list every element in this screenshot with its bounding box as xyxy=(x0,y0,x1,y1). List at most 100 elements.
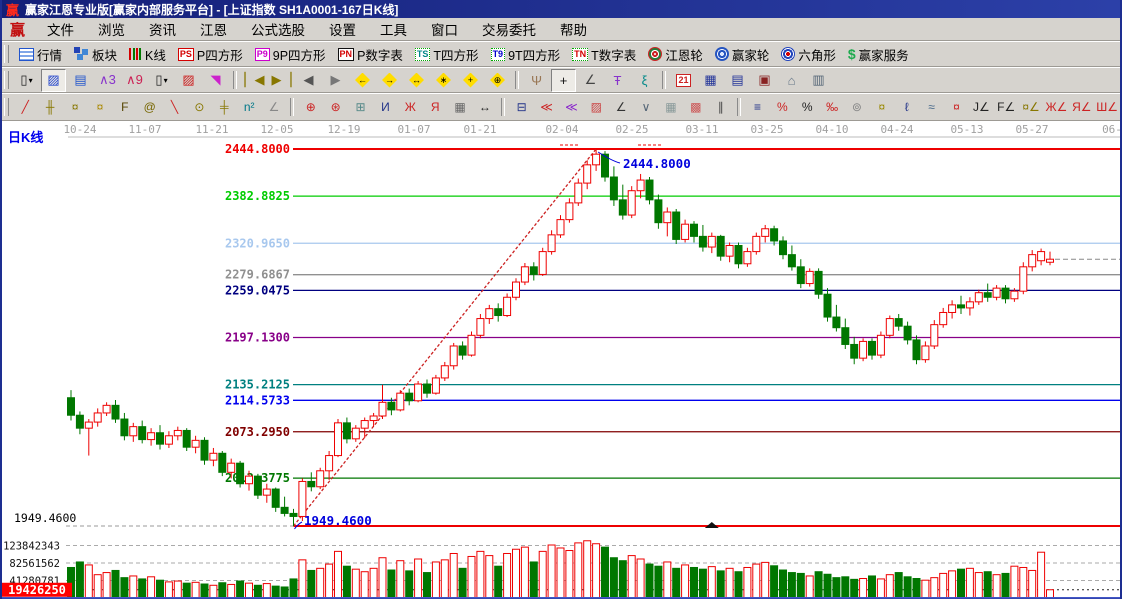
notes-button[interactable]: ▤ xyxy=(725,69,750,92)
p-number-table-button[interactable]: PNP数字表 xyxy=(332,43,409,66)
purple-fan-button[interactable]: ≪ xyxy=(560,96,583,118)
trend-flag-button[interactable]: ◥ xyxy=(203,69,228,92)
web-grid-button[interactable]: ⊞ xyxy=(349,96,372,118)
t-number-table-button[interactable]: TNT数字表 xyxy=(566,43,642,66)
wheel-star-button[interactable]: ⊛ xyxy=(324,96,347,118)
candle-style-button[interactable]: ▯▾ xyxy=(149,69,174,92)
j-angle-button[interactable]: J∠ xyxy=(970,96,993,118)
sectors-button[interactable]: 板块 xyxy=(68,43,123,66)
shift-left-button[interactable]: ← xyxy=(350,69,375,92)
drag-hand-button[interactable]: Ψ xyxy=(524,69,549,92)
kline-button[interactable]: K线 xyxy=(123,43,172,66)
zoom-reset-button[interactable]: + xyxy=(458,69,483,92)
angle-measure-button[interactable]: ∠ xyxy=(578,69,603,92)
gold-angle-button[interactable]: ¤∠ xyxy=(1020,96,1043,118)
four-angle-button[interactable]: Ш∠ xyxy=(1095,96,1119,118)
calculator-button[interactable]: ▦ xyxy=(698,69,723,92)
menu-item-帮助[interactable]: 帮助 xyxy=(548,18,599,40)
winner-wheel-button[interactable]: 赢家轮 xyxy=(709,43,776,66)
hexagon-button[interactable]: 六角形 xyxy=(775,43,842,66)
menu-item-工具[interactable]: 工具 xyxy=(368,18,419,40)
shift-right-button[interactable]: → xyxy=(377,69,402,92)
gold-grid2-button[interactable]: ¤ xyxy=(88,96,111,118)
f-grid-button[interactable]: F xyxy=(113,96,136,118)
print-button[interactable]: ▥ xyxy=(806,69,831,92)
ruler-123-button[interactable]: ▦ xyxy=(449,96,472,118)
line-row-button[interactable]: ╪ xyxy=(213,96,236,118)
grid-lines-button[interactable]: ╫ xyxy=(39,96,62,118)
9t-square-button[interactable]: T99T四方形 xyxy=(485,43,567,66)
gold-grid-button[interactable]: ¤ xyxy=(64,96,87,118)
info-panel-button[interactable]: ▤ xyxy=(68,69,93,92)
percent-button[interactable]: % xyxy=(796,96,819,118)
rise-angle-button[interactable]: ∠ xyxy=(610,96,633,118)
workstation-button[interactable]: ⌂ xyxy=(779,69,804,92)
menu-item-公式选股[interactable]: 公式选股 xyxy=(239,18,317,40)
t-square-button[interactable]: TST四方形 xyxy=(409,43,485,66)
circle-cross-button[interactable]: ⊕ xyxy=(299,96,322,118)
menu-item-交易委托[interactable]: 交易委托 xyxy=(470,18,548,40)
title-bar[interactable]: 赢 赢家江恩专业版[赢家内部服务平台] - [上证指数 SH1A0001-167… xyxy=(2,0,1120,18)
grid-fan-button[interactable]: ▨ xyxy=(585,96,608,118)
wave-band-button[interactable]: ≈ xyxy=(920,96,943,118)
span-arrows-button[interactable]: ↔ xyxy=(473,96,496,118)
wave-9-button[interactable]: ∧9 xyxy=(122,69,147,92)
quotes-button[interactable]: 行情 xyxy=(13,43,68,66)
red-grid-button[interactable]: ▩ xyxy=(684,96,707,118)
k-sign-button[interactable]: И xyxy=(374,96,397,118)
zoom-all-button[interactable]: ⊕ xyxy=(485,69,510,92)
fractal-tool-button[interactable]: ξ xyxy=(632,69,657,92)
first-page-button[interactable]: ▏◀ xyxy=(242,69,267,92)
box-plot-button[interactable]: ⊟ xyxy=(510,96,533,118)
n-squared-button[interactable]: n² xyxy=(238,96,261,118)
compress-bars-button[interactable]: ∗ xyxy=(431,69,456,92)
menu-logo-icon[interactable]: 赢 xyxy=(2,19,35,40)
expand-horizontal-button[interactable]: ↔ xyxy=(404,69,429,92)
gann-wheel-button[interactable]: 江恩轮 xyxy=(642,43,709,66)
candlestick-chart[interactable]: 10-2411-0711-2112-0512-1901-0701-2102-04… xyxy=(2,121,1120,599)
dot-grid-button[interactable]: ▦ xyxy=(660,96,683,118)
percent-retrace-button[interactable]: % xyxy=(771,96,794,118)
toolbar-grip[interactable] xyxy=(4,98,9,116)
winner-service-button[interactable]: $赢家服务 xyxy=(842,43,915,66)
menu-item-资讯[interactable]: 资讯 xyxy=(137,18,188,40)
marker-pen-button[interactable]: ℓ xyxy=(895,96,918,118)
gold-lines-button[interactable]: ¤ xyxy=(870,96,893,118)
f-angle-button[interactable]: F∠ xyxy=(995,96,1018,118)
menu-item-江恩[interactable]: 江恩 xyxy=(188,18,239,40)
win-angle-button[interactable]: Я∠ xyxy=(1070,96,1093,118)
wave-3-button[interactable]: ∧3 xyxy=(95,69,120,92)
angle-fan-button[interactable]: ∠ xyxy=(263,96,286,118)
spiral-button[interactable]: @ xyxy=(138,96,161,118)
toolbar-grip[interactable] xyxy=(4,45,9,63)
shen-angle-button[interactable]: Ж∠ xyxy=(1045,96,1069,118)
red-fan-button[interactable]: ≪ xyxy=(535,96,558,118)
brush-tool-button[interactable]: ╱ xyxy=(14,96,37,118)
p-square-button[interactable]: PSP四方形 xyxy=(172,43,249,66)
crosshair-button[interactable]: + xyxy=(551,69,576,92)
red-map-button[interactable]: ▨ xyxy=(176,69,201,92)
gold-red-button[interactable]: ¤ xyxy=(945,96,968,118)
calendar-button[interactable]: 21 xyxy=(671,69,696,92)
toolbar-grip[interactable] xyxy=(4,71,9,89)
parallel-lines-button[interactable]: ∥ xyxy=(709,96,732,118)
9p-square-button[interactable]: P99P四方形 xyxy=(249,43,332,66)
next-page-button[interactable]: ▶ xyxy=(323,69,348,92)
last-page-button[interactable]: ▶▕ xyxy=(269,69,294,92)
pen-ruler-button[interactable]: ╲ xyxy=(163,96,186,118)
gann-tool-button[interactable]: Ŧ xyxy=(605,69,630,92)
menu-item-窗口[interactable]: 窗口 xyxy=(419,18,470,40)
measure-box-button[interactable]: ≡ xyxy=(746,96,769,118)
save-button[interactable]: ▣ xyxy=(752,69,777,92)
gold-circle-button[interactable]: ⊚ xyxy=(846,96,869,118)
menu-item-设置[interactable]: 设置 xyxy=(317,18,368,40)
period-daily-button[interactable]: ▯▾ xyxy=(14,69,39,92)
prev-page-button[interactable]: ◀ xyxy=(296,69,321,92)
menu-item-文件[interactable]: 文件 xyxy=(35,18,86,40)
menu-item-浏览[interactable]: 浏览 xyxy=(86,18,137,40)
shen-tool-button[interactable]: Ж xyxy=(399,96,422,118)
zigzag-button[interactable]: ∨ xyxy=(635,96,658,118)
win-tool-button[interactable]: Я xyxy=(424,96,447,118)
gann-circle-button[interactable]: ⊙ xyxy=(188,96,211,118)
market-map-button[interactable]: ▨ xyxy=(41,69,66,92)
